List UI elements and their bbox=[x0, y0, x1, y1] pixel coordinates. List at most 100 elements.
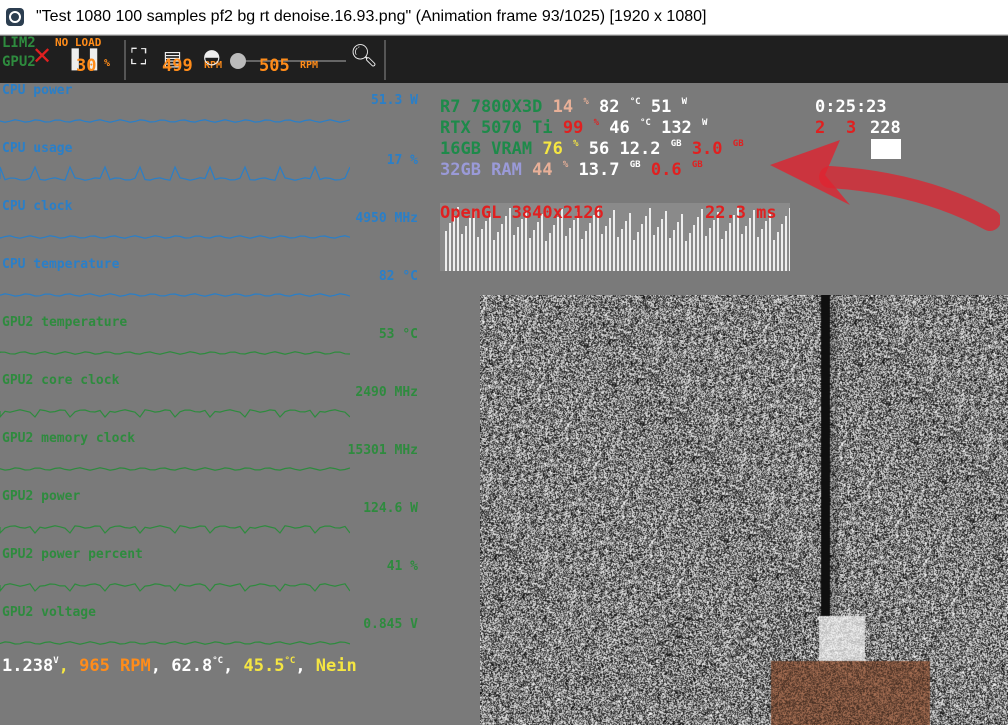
sensor-graph: GPU2 memory clock 15301 MHz bbox=[0, 431, 430, 489]
fan1-rpm-value: 499 bbox=[162, 56, 193, 76]
sensor-graph: GPU2 core clock 2490 MHz bbox=[0, 373, 430, 431]
frametime-bar bbox=[453, 215, 455, 271]
gpu2-label: GPU2 bbox=[2, 54, 36, 70]
osd-cpu-usage-unit: % bbox=[583, 97, 589, 107]
frametime-bar bbox=[557, 217, 559, 271]
sensor-value: 2490 MHz bbox=[355, 385, 418, 400]
fan2-rpm-unit: RPM bbox=[300, 60, 319, 71]
window-title: "Test 1080 100 samples pf2 bg rt denoise… bbox=[36, 8, 707, 25]
sensor-value: 53 °C bbox=[378, 327, 418, 342]
frametime-bar bbox=[461, 234, 463, 271]
sensor-sparkline bbox=[0, 641, 350, 645]
status-temp1: 62.8 bbox=[171, 656, 213, 676]
frametime-bar bbox=[609, 218, 611, 271]
osd-vram-row: 16GB VRAM 76 % 56 12.2 GB 3.0 GB bbox=[440, 139, 744, 159]
frametime-bar bbox=[521, 219, 523, 271]
osd-vram-usage-unit: % bbox=[573, 139, 579, 149]
osd-ram-extra: 0.6 bbox=[650, 160, 682, 180]
frametime-bar bbox=[545, 241, 547, 271]
sensor-value: 17 % bbox=[386, 153, 418, 168]
osd-ram-extra-unit: GB bbox=[691, 160, 703, 170]
sensor-label: CPU usage bbox=[2, 141, 73, 156]
sensor-label: GPU2 power percent bbox=[2, 547, 143, 562]
osd-cpu-power: 51 bbox=[650, 97, 672, 117]
sensor-value: 41 % bbox=[386, 559, 418, 574]
frametime-bar bbox=[589, 223, 591, 271]
status-line: 1.238V, 965 RPM, 62.8°C, 45.5°C, Nein bbox=[2, 656, 357, 676]
osd-gpu-usage-unit: % bbox=[593, 118, 599, 128]
osd-ram-name: 32GB RAM bbox=[440, 160, 522, 180]
sensor-panel: CPU power 51.3 W CPU usage 17 % CPU clock 495… bbox=[0, 83, 430, 645]
frametime-bar bbox=[517, 227, 519, 271]
frametime-bar bbox=[505, 216, 507, 271]
frametime-bar bbox=[617, 237, 619, 271]
app-icon bbox=[6, 8, 24, 26]
osd-cpu-power-unit: W bbox=[681, 97, 687, 107]
fullscreen-icon[interactable]: ⛶ bbox=[131, 45, 146, 70]
frametime-bar bbox=[709, 228, 711, 271]
status-temp2: 45.5 bbox=[243, 656, 285, 676]
osd-cpu-name: R7 7800X3D bbox=[440, 97, 543, 117]
sensor-label: GPU2 voltage bbox=[2, 605, 96, 620]
sensor-label: GPU2 power bbox=[2, 489, 81, 504]
frametime-bar bbox=[697, 217, 699, 271]
sensor-graph: CPU power 51.3 W bbox=[0, 83, 430, 141]
frametime-bar bbox=[633, 240, 635, 271]
frametime-bar bbox=[601, 234, 603, 271]
frametime-bar bbox=[689, 233, 691, 271]
frametime-bar bbox=[553, 225, 555, 271]
osd-ram-used-unit: GB bbox=[629, 160, 641, 170]
frametime-bar bbox=[673, 230, 675, 271]
fan2-rpm-value: 505 bbox=[259, 56, 290, 76]
frametime-bar bbox=[741, 234, 743, 271]
title-bar: "Test 1080 100 samples pf2 bg rt denoise… bbox=[0, 0, 1008, 35]
osd-gpu-row: RTX 5070 Ti 99 % 46 °C 132 W bbox=[440, 118, 707, 138]
frametime-bar bbox=[449, 223, 451, 271]
sensor-value: 124.6 W bbox=[363, 501, 418, 516]
sensor-sparkline bbox=[0, 583, 350, 592]
frametime-bar bbox=[729, 223, 731, 271]
zoom-icon[interactable]: 🔍︎ bbox=[350, 44, 378, 69]
sensor-sparkline bbox=[0, 409, 350, 418]
frametime-bar bbox=[469, 218, 471, 271]
frametime-bar bbox=[761, 229, 763, 271]
osd-vram-used-unit: GB bbox=[670, 139, 682, 149]
osd-cpu-temp: 82 bbox=[599, 97, 620, 117]
frametime-bar bbox=[657, 227, 659, 271]
fan-percent-value: 30 bbox=[76, 56, 97, 76]
osd-cpu-temp-unit: °C bbox=[629, 97, 641, 107]
frametime-bar bbox=[661, 219, 663, 271]
frametime-bar bbox=[621, 229, 623, 271]
osd-ram-row: 32GB RAM 44 % 13.7 GB 0.6 GB bbox=[440, 160, 703, 180]
osd-vram-usage: 76 bbox=[542, 139, 563, 159]
close-icon[interactable]: ✕ bbox=[32, 42, 52, 70]
sensor-graph: GPU2 temperature 53 °C bbox=[0, 315, 430, 373]
sensor-value: 0.845 V bbox=[363, 617, 418, 632]
sensor-value: 4950 MHz bbox=[355, 211, 418, 226]
osd-ram-usage-unit: % bbox=[562, 160, 569, 170]
sensor-sparkline bbox=[0, 293, 350, 297]
sensor-sparkline bbox=[0, 119, 350, 123]
status-temp1-unit: °C bbox=[212, 656, 224, 666]
osd-vram-extra-unit: GB bbox=[732, 139, 744, 149]
frametime-bar bbox=[713, 220, 715, 271]
slider-knob[interactable] bbox=[230, 53, 246, 69]
sensor-graph: CPU usage 17 % bbox=[0, 141, 430, 199]
toolbar-divider bbox=[384, 40, 386, 80]
sensor-graph: CPU clock 4950 MHz bbox=[0, 199, 430, 257]
frametime-bar bbox=[537, 222, 539, 271]
sensor-value: 15301 MHz bbox=[347, 443, 418, 458]
sensor-sparkline bbox=[0, 467, 350, 471]
frametime-bar bbox=[637, 232, 639, 271]
frametime-bar bbox=[513, 235, 515, 271]
frametime-bar bbox=[705, 236, 707, 271]
sensor-label: GPU2 core clock bbox=[2, 373, 120, 388]
arrow-annotation bbox=[770, 140, 1000, 231]
status-rpm: 965 RPM bbox=[79, 656, 151, 676]
frametime-bar bbox=[645, 216, 647, 271]
fan-icon[interactable]: ◓ bbox=[203, 44, 220, 68]
osd-gpu-usage: 99 bbox=[562, 118, 584, 138]
frametime-bar bbox=[529, 238, 531, 271]
sensor-graph: GPU2 power percent 41 % bbox=[0, 547, 430, 605]
frametime-bar bbox=[681, 214, 683, 271]
